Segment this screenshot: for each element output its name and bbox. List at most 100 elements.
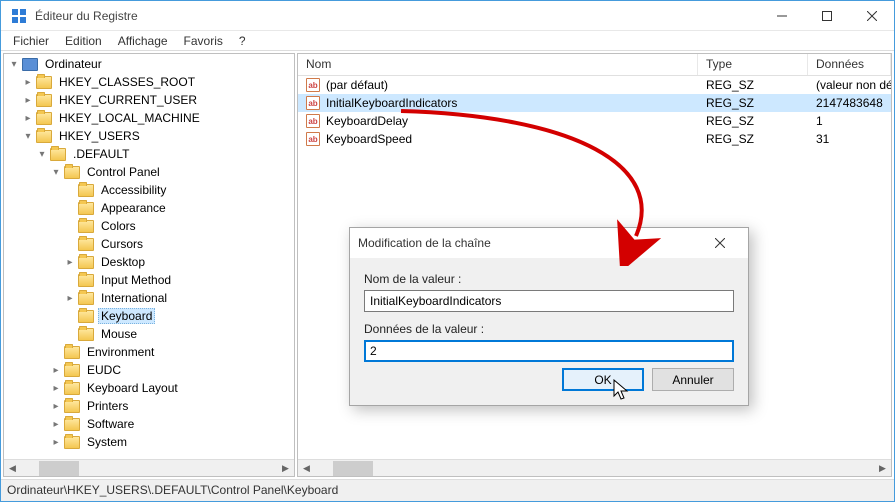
tree-node[interactable]: Keyboard — [4, 307, 294, 325]
computer-icon — [22, 58, 38, 71]
tree-node[interactable]: ▸ Printers — [4, 397, 294, 415]
tree-label[interactable]: Cursors — [98, 236, 146, 252]
tree-label[interactable]: Control Panel — [84, 164, 163, 180]
expand-icon[interactable] — [64, 220, 76, 232]
expand-icon[interactable]: ▸ — [50, 436, 62, 448]
tree-node[interactable]: Environment — [4, 343, 294, 361]
expand-icon[interactable] — [64, 274, 76, 286]
tree-label[interactable]: Printers — [84, 398, 131, 414]
tree-label[interactable]: Colors — [98, 218, 139, 234]
list-row[interactable]: abInitialKeyboardIndicators REG_SZ 21474… — [298, 94, 891, 112]
expand-icon[interactable]: ▸ — [50, 382, 62, 394]
tree-label[interactable]: EUDC — [84, 362, 124, 378]
tree-node[interactable]: ▸ System — [4, 433, 294, 451]
menu-help[interactable]: ? — [231, 32, 254, 50]
expand-icon[interactable]: ▸ — [22, 112, 34, 124]
tree-hscrollbar[interactable]: ◀ ▶ — [4, 459, 294, 476]
list-hscrollbar[interactable]: ◀ ▶ — [298, 459, 891, 476]
tree-node[interactable]: Accessibility — [4, 181, 294, 199]
expand-icon[interactable] — [64, 184, 76, 196]
expand-icon[interactable]: ▸ — [64, 292, 76, 304]
expand-icon[interactable] — [64, 328, 76, 340]
tree-label[interactable]: Software — [84, 416, 137, 432]
list-row[interactable]: abKeyboardDelay REG_SZ 1 — [298, 112, 891, 130]
tree-label[interactable]: Keyboard Layout — [84, 380, 181, 396]
expand-icon[interactable] — [64, 238, 76, 250]
tree-pane[interactable]: ▾ Ordinateur ▸ HKEY_CLASSES_ROOT ▸ HKEY_… — [3, 53, 295, 477]
close-button[interactable] — [849, 1, 894, 31]
tree-node[interactable]: ▾ HKEY_USERS — [4, 127, 294, 145]
tree-label[interactable]: Desktop — [98, 254, 148, 270]
value-data: 1 — [808, 113, 891, 129]
expand-icon[interactable]: ▸ — [64, 256, 76, 268]
tree-label[interactable]: HKEY_CURRENT_USER — [56, 92, 200, 108]
expand-icon[interactable]: ▾ — [50, 166, 62, 178]
tree-label[interactable]: .DEFAULT — [70, 146, 132, 162]
expand-icon[interactable] — [50, 346, 62, 358]
value-data-input[interactable] — [364, 340, 734, 362]
tree-node[interactable]: Input Method — [4, 271, 294, 289]
scroll-left-icon[interactable]: ◀ — [4, 460, 21, 477]
col-type[interactable]: Type — [698, 54, 808, 75]
value-name-input[interactable] — [364, 290, 734, 312]
tree-node[interactable]: Cursors — [4, 235, 294, 253]
tree-node[interactable]: ▸ EUDC — [4, 361, 294, 379]
list-row[interactable]: abKeyboardSpeed REG_SZ 31 — [298, 130, 891, 148]
expand-icon[interactable]: ▸ — [22, 94, 34, 106]
maximize-button[interactable] — [804, 1, 849, 31]
scroll-thumb[interactable] — [333, 461, 373, 476]
value-type: REG_SZ — [698, 77, 808, 93]
tree-node[interactable]: ▾ .DEFAULT — [4, 145, 294, 163]
tree-node[interactable]: ▸ International — [4, 289, 294, 307]
tree-label[interactable]: Mouse — [98, 326, 140, 342]
cancel-button[interactable]: Annuler — [652, 368, 734, 391]
scroll-thumb[interactable] — [39, 461, 79, 476]
scroll-left-icon[interactable]: ◀ — [298, 460, 315, 477]
tree-node[interactable]: ▾ Control Panel — [4, 163, 294, 181]
menu-view[interactable]: Affichage — [110, 32, 176, 50]
tree-node[interactable]: ▸ HKEY_LOCAL_MACHINE — [4, 109, 294, 127]
tree-label[interactable]: System — [84, 434, 130, 450]
expand-icon[interactable]: ▸ — [50, 364, 62, 376]
scroll-right-icon[interactable]: ▶ — [277, 460, 294, 477]
tree-node[interactable]: ▸ Desktop — [4, 253, 294, 271]
expand-icon[interactable] — [64, 202, 76, 214]
expand-icon[interactable] — [64, 310, 76, 322]
string-value-icon: ab — [306, 132, 320, 146]
statusbar: Ordinateur\HKEY_USERS\.DEFAULT\Control P… — [1, 479, 894, 501]
tree-label[interactable]: Input Method — [98, 272, 174, 288]
col-data[interactable]: Données — [808, 54, 891, 75]
tree-label[interactable]: International — [98, 290, 170, 306]
tree-node[interactable]: ▸ Keyboard Layout — [4, 379, 294, 397]
menu-edit[interactable]: Edition — [57, 32, 110, 50]
tree-node[interactable]: ▸ HKEY_CLASSES_ROOT — [4, 73, 294, 91]
tree-label[interactable]: Keyboard — [98, 308, 155, 324]
tree-label[interactable]: HKEY_USERS — [56, 128, 143, 144]
tree-label[interactable]: Accessibility — [98, 182, 169, 198]
ok-button[interactable]: OK — [562, 368, 644, 391]
col-name[interactable]: Nom — [298, 54, 698, 75]
tree-node[interactable]: ▸ Software — [4, 415, 294, 433]
tree-label[interactable]: Environment — [84, 344, 157, 360]
scroll-right-icon[interactable]: ▶ — [874, 460, 891, 477]
tree-node[interactable]: Colors — [4, 217, 294, 235]
tree-node[interactable]: Mouse — [4, 325, 294, 343]
menu-file[interactable]: Fichier — [5, 32, 57, 50]
tree-label[interactable]: Ordinateur — [42, 56, 105, 72]
expand-icon[interactable]: ▸ — [50, 400, 62, 412]
list-row[interactable]: ab(par défaut) REG_SZ (valeur non défini… — [298, 76, 891, 94]
tree-node[interactable]: Appearance — [4, 199, 294, 217]
expand-icon[interactable]: ▾ — [8, 58, 20, 70]
dialog-close-button[interactable] — [700, 229, 740, 257]
tree-label[interactable]: HKEY_CLASSES_ROOT — [56, 74, 198, 90]
tree-label[interactable]: HKEY_LOCAL_MACHINE — [56, 110, 203, 126]
expand-icon[interactable]: ▾ — [22, 130, 34, 142]
expand-icon[interactable]: ▸ — [50, 418, 62, 430]
expand-icon[interactable]: ▸ — [22, 76, 34, 88]
menu-favorites[interactable]: Favoris — [176, 32, 231, 50]
expand-icon[interactable]: ▾ — [36, 148, 48, 160]
minimize-button[interactable] — [759, 1, 804, 31]
tree-node[interactable]: ▾ Ordinateur — [4, 55, 294, 73]
tree-node[interactable]: ▸ HKEY_CURRENT_USER — [4, 91, 294, 109]
tree-label[interactable]: Appearance — [98, 200, 169, 216]
